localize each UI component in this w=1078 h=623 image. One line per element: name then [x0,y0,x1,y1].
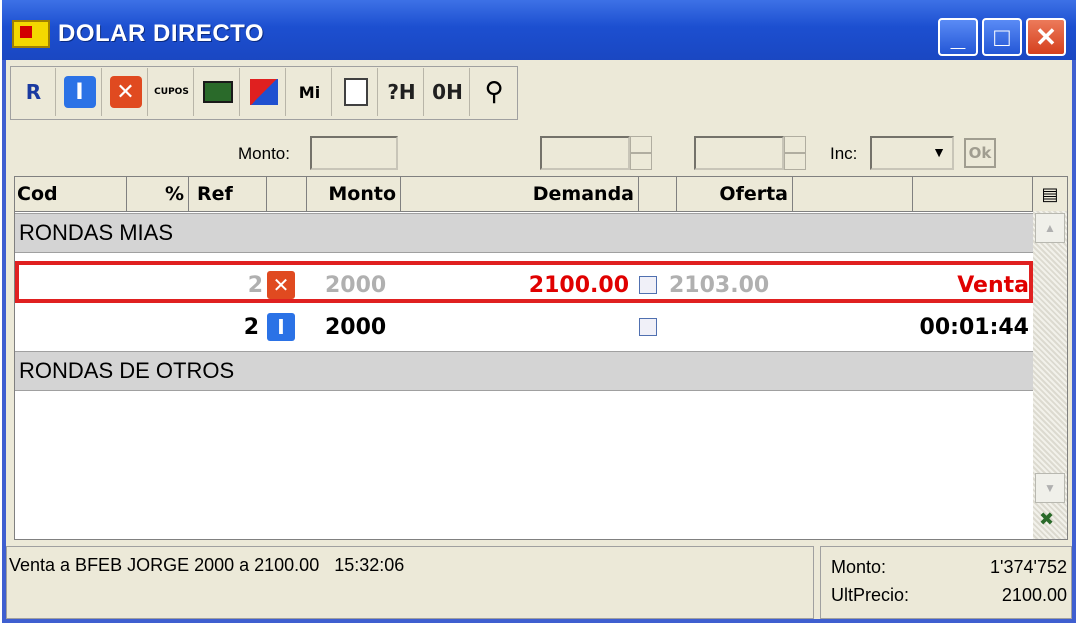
col-ref-icon[interactable] [267,177,307,211]
col-monto[interactable]: Monto [307,177,401,211]
new-round-icon: R [25,80,42,104]
rounds-grid: Cod % Ref Monto Demanda Oferta ▤ RONDAS … [14,176,1068,540]
toolbar: R I ✕ CUPOS Mi ?H 0H ⚲ [10,66,518,120]
close-icon: ✕ [1035,21,1057,52]
row-ref: 2 [247,272,263,298]
col-status[interactable] [913,177,1033,211]
windows-icon [202,81,233,103]
price-spin-down-2[interactable] [784,153,806,170]
chart-button[interactable] [242,68,286,116]
params-bar: Monto: Inc: ▼ Ok [10,130,1072,178]
minimize-icon: _ [950,21,966,52]
row-monto: 2000 [325,272,387,298]
ultprecio-label: UltPrecio: [831,585,910,605]
maximize-button[interactable]: □ [982,18,1022,56]
ultprecio-value: 2100.00 [1001,585,1067,605]
row-checkbox[interactable] [639,307,657,347]
row-ref: 2 [243,314,259,340]
settings-button[interactable]: ⚲ [472,68,516,116]
row-oferta: 2103.00 [669,272,770,298]
grid-header: Cod % Ref Monto Demanda Oferta ▤ [15,177,1067,212]
row-demanda: 2100.00 [528,272,629,298]
excel-icon[interactable]: ✖ [1039,509,1054,530]
col-ref[interactable]: Ref [189,177,267,211]
monto-total-label: Monto: [831,557,887,577]
col-cod[interactable]: Cod [15,177,127,211]
row-status: Venta [957,272,1029,298]
row-checkbox[interactable] [639,265,657,305]
window-title: DOLAR DIRECTO [58,20,265,47]
scroll-down-icon[interactable]: ▼ [1035,473,1065,503]
cupos-button[interactable]: CUPOS [150,68,194,116]
wrench-icon: ⚲ [484,77,504,107]
col-pct[interactable]: % [127,177,189,211]
cancel-icon: ✕ [267,271,295,299]
col-demanda[interactable]: Demanda [401,177,639,211]
ok-button[interactable]: Ok [964,138,996,168]
query-h-icon: ?H [387,80,416,104]
chevron-down-icon: ▼ [932,144,946,160]
price-input-2[interactable] [694,136,784,170]
table-row[interactable]: 2 I 2000 00:01:44 [15,307,1033,347]
inc-select[interactable]: ▼ [870,136,954,170]
app-window: DOLAR DIRECTO _ □ ✕ R I ✕ CUPOS Mi ?H 0H… [2,0,1076,623]
row-cancel-button[interactable]: ✕ [267,265,295,305]
price-spin-up-1[interactable] [630,136,652,153]
minimize-button[interactable]: _ [938,18,978,56]
price-input-1[interactable] [540,136,630,170]
delete-icon: ✕ [109,76,142,108]
row-monto: 2000 [325,314,387,340]
status-bar: Venta a BFEB JORGE 2000 a 2100.00 15:32:… [6,546,1072,619]
title-bar[interactable]: DOLAR DIRECTO _ □ ✕ [2,0,1076,60]
vertical-scrollbar[interactable]: ▲ ▼ ✖ [1033,211,1067,539]
table-row[interactable]: 2 ✕ 2000 2100.00 2103.00 Venta [15,261,1033,303]
notes-button[interactable] [334,68,378,116]
scroll-up-icon[interactable]: ▲ [1035,213,1065,243]
status-totals-panel: Monto: 1'374'752 UltPrecio: 2100.00 [820,546,1072,619]
status-message-panel: Venta a BFEB JORGE 2000 a 2100.00 15:32:… [6,546,814,619]
info-icon: I [267,313,295,341]
client-area: R I ✕ CUPOS Mi ?H 0H ⚲ Monto: Inc: ▼ Ok … [6,60,1072,619]
windows-button[interactable] [196,68,240,116]
monto-input[interactable] [310,136,398,170]
close-button[interactable]: ✕ [1026,18,1066,56]
mi-percent-button[interactable]: Mi [288,68,332,116]
col-check[interactable] [639,177,677,211]
col-oferta[interactable]: Oferta [677,177,793,211]
monto-label: Monto: [238,144,290,163]
row-status: 00:01:44 [919,314,1029,340]
column-config-icon[interactable]: ▤ [1033,177,1067,211]
new-round-button[interactable]: R [12,68,56,116]
query-h-button[interactable]: ?H [380,68,424,116]
zero-h-button[interactable]: 0H [426,68,470,116]
notes-icon [343,78,368,106]
checkbox-icon [639,276,657,294]
inc-label: Inc: [830,144,858,163]
delete-button[interactable]: ✕ [104,68,148,116]
price-spin-down-1[interactable] [630,153,652,170]
monto-total-value: 1'374'752 [990,557,1067,577]
maximize-icon: □ [994,21,1010,52]
info-button[interactable]: I [58,68,102,116]
status-message: Venta a BFEB JORGE 2000 a 2100.00 15:32:… [9,555,405,575]
group-rondas-de-otros: RONDAS DE OTROS [15,351,1033,391]
group-rondas-mias: RONDAS MIAS [15,213,1033,253]
info-icon: I [63,76,96,108]
chart-icon [249,79,278,105]
cupos-icon: CUPOS [154,87,189,97]
mi-percent-icon: Mi [298,82,321,102]
row-info-button[interactable]: I [267,307,295,347]
price-spin-up-2[interactable] [784,136,806,153]
zero-h-icon: 0H [432,80,463,104]
app-logo-icon [12,20,50,48]
col-blank[interactable] [793,177,913,211]
checkbox-icon [639,318,657,336]
